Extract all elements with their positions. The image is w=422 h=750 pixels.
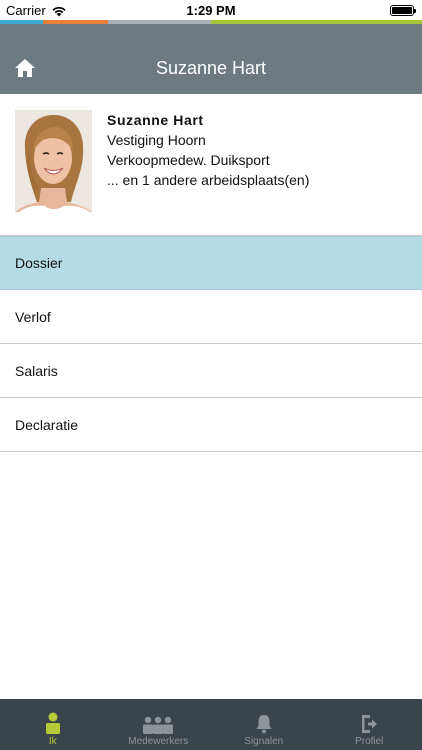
profile-role: Verkoopmedew. Duiksport [107, 152, 270, 168]
tab-signalen[interactable]: Signalen [211, 699, 317, 750]
profile-details: Suzanne Hart Vestiging Hoorn Verkoopmede… [107, 110, 309, 190]
tab-label: Signalen [244, 736, 284, 747]
status-bar: Carrier 1:29 PM [0, 0, 422, 20]
profile-name: Suzanne Hart [107, 112, 204, 128]
tab-label: Ik [48, 736, 57, 747]
menu-item-salaris[interactable]: Salaris [0, 344, 422, 398]
logout-icon [360, 710, 378, 734]
tab-medewerkers[interactable]: Medewerkers [106, 699, 212, 750]
menu-item-declaratie[interactable]: Declaratie [0, 398, 422, 452]
nav-bar: Suzanne Hart [0, 24, 422, 94]
tab-label: Profiel [355, 736, 384, 747]
tab-ik[interactable]: Ik [0, 699, 106, 750]
menu-item-dossier[interactable]: Dossier [0, 236, 422, 290]
battery-icon [390, 5, 416, 16]
avatar [15, 110, 92, 212]
menu-list: Dossier Verlof Salaris Declaratie [0, 236, 422, 452]
home-icon[interactable] [14, 58, 36, 78]
tab-bar: Ik Medewerkers Signalen Profiel [0, 699, 422, 750]
tab-label: Medewerkers [128, 736, 189, 747]
profile-other-workplaces: ... en 1 andere arbeidsplaats(en) [107, 172, 310, 188]
bell-icon [255, 710, 273, 734]
menu-item-verlof[interactable]: Verlof [0, 290, 422, 344]
profile-location: Vestiging Hoorn [107, 132, 206, 148]
status-time: 1:29 PM [186, 3, 236, 18]
profile-card: Suzanne Hart Vestiging Hoorn Verkoopmede… [0, 94, 422, 236]
tab-profiel[interactable]: Profiel [317, 699, 422, 750]
page-title: Suzanne Hart [155, 58, 267, 78]
person-icon [44, 710, 62, 734]
people-icon [142, 710, 174, 734]
